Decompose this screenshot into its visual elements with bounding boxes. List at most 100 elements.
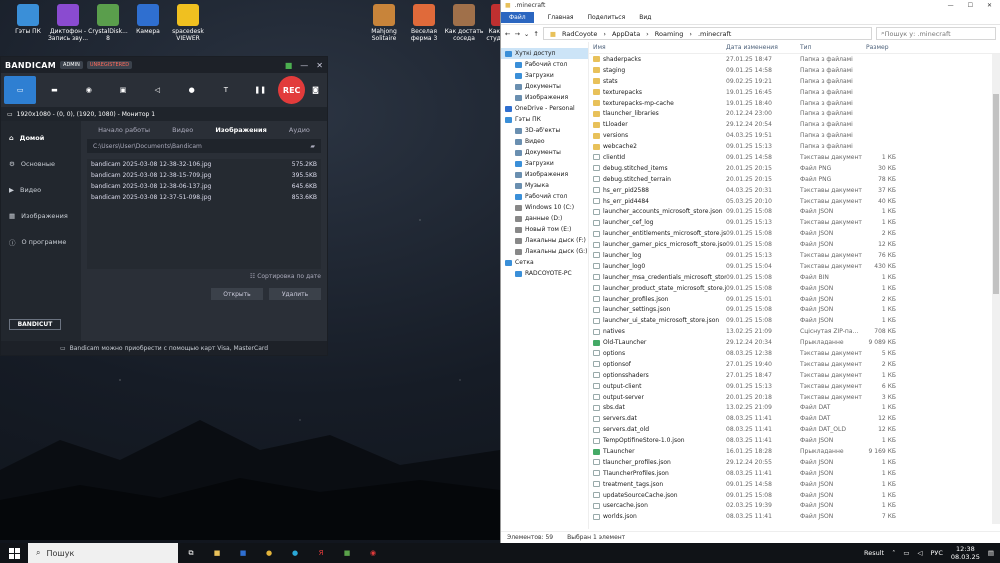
volume-icon[interactable]: ◁: [917, 549, 922, 557]
up-icon[interactable]: ↑: [533, 30, 538, 38]
nav-item[interactable]: Музыка: [501, 180, 588, 191]
file-row[interactable]: launcher_product_state_microsoft_store.j…: [589, 283, 1000, 294]
nav-item[interactable]: Документы: [501, 81, 588, 92]
file-row[interactable]: texturepacks-mp-cache 19.01.25 18:40 Папка…: [589, 98, 1000, 109]
nav-item[interactable]: Документы: [501, 147, 588, 158]
file-row[interactable]: launcher_ui_state_microsoft_store.json 09…: [589, 315, 1000, 326]
file-row[interactable]: tLloader 29.12.24 20:54 Папка з файламі: [589, 119, 1000, 130]
search-input[interactable]: ⌕ Пошук у: .minecraft: [876, 27, 996, 40]
file-row[interactable]: debug.stitched_terrain 20.01.25 20:15 Файл…: [589, 174, 1000, 185]
sidebar-item-home[interactable]: ⌂ Домой: [1, 125, 81, 151]
desktop-icon[interactable]: Диктофон - Запись зву...: [46, 4, 90, 42]
language-indicator[interactable]: РУС: [930, 549, 942, 557]
file-row[interactable]: natives 13.02.25 21:09 Сціснутая ZIP-па...…: [589, 326, 1000, 337]
nav-item[interactable]: Windows 10 (C:): [501, 202, 588, 213]
file-row[interactable]: launcher_log 09.01.25 15:13 Тэкставы дакум…: [589, 250, 1000, 261]
file-row[interactable]: launcher_msa_credentials_microsoft_stor.…: [589, 272, 1000, 283]
desktop-icon[interactable]: Mahjong Solitaire: [362, 4, 406, 42]
image-file-row[interactable]: bandicam 2025-03-08 12-38-06-137.jpg 645.…: [91, 183, 317, 194]
file-row[interactable]: staging 09.01.25 14:58 Папка з файламі: [589, 65, 1000, 76]
image-file-row[interactable]: bandicam 2025-03-08 12-38-32-106.jpg 575.…: [91, 161, 317, 172]
file-row[interactable]: output-server 20.01.25 20:18 Тэкставы даку…: [589, 392, 1000, 403]
file-row[interactable]: launcher_accounts_microsoft_store.json 09…: [589, 206, 1000, 217]
desktop-icon[interactable]: Камера: [126, 4, 170, 35]
file-row[interactable]: debug.stitched_items 20.01.25 20:15 Файл P…: [589, 163, 1000, 174]
ribbon-tab-home[interactable]: Главная: [548, 14, 574, 21]
task-view-button[interactable]: ⧉: [178, 543, 204, 563]
nav-item[interactable]: Лакальны дыск (G:): [501, 246, 588, 257]
nav-item[interactable]: Загрузки: [501, 158, 588, 169]
tab-video[interactable]: Видео: [172, 126, 193, 134]
hdmi-mode-button[interactable]: ▬: [38, 76, 70, 104]
file-row[interactable]: TempOptifineStore-1.0.json 08.03.25 11:41…: [589, 435, 1000, 446]
column-type[interactable]: Тип: [800, 44, 866, 51]
taskbar-minecraft[interactable]: ■: [334, 543, 360, 563]
sidebar-item-general[interactable]: ⚙ Основные: [1, 151, 81, 177]
file-row[interactable]: worlds.json 08.03.25 11:41 Файл JSON 7 КБ: [589, 511, 1000, 522]
nav-item[interactable]: Гэты ПК: [501, 114, 588, 125]
delete-button[interactable]: Удалить: [269, 288, 321, 300]
image-file-row[interactable]: bandicam 2025-03-08 12-38-15-709.jpg 395.…: [91, 172, 317, 183]
ribbon-tab-share[interactable]: Поделиться: [588, 14, 626, 21]
ribbon-tab-file[interactable]: Файл: [501, 11, 534, 23]
speaker-button[interactable]: ◁: [141, 76, 173, 104]
sidebar-item-about[interactable]: ⓘ О программе: [1, 229, 81, 255]
screenshot-button[interactable]: ◙: [307, 76, 324, 104]
nav-item[interactable]: данные (D:): [501, 213, 588, 224]
network-icon[interactable]: ▭: [903, 549, 909, 557]
taskbar-chrome[interactable]: ●: [256, 543, 282, 563]
tab-audio[interactable]: Аудио: [289, 126, 310, 134]
open-button[interactable]: Открыть: [211, 288, 263, 300]
tab-images[interactable]: Изображения: [215, 126, 266, 134]
file-row[interactable]: texturepacks 19.01.25 16:45 Папка з файлам…: [589, 87, 1000, 98]
game-mode-button[interactable]: ◉: [73, 76, 105, 104]
file-row[interactable]: servers.dat 08.03.25 11:41 Файл DAT 12 КБ: [589, 413, 1000, 424]
nav-item[interactable]: 3D-аб'екты: [501, 125, 588, 136]
mic-button[interactable]: ●: [175, 76, 207, 104]
taskbar-edge[interactable]: ●: [282, 543, 308, 563]
taskbar-explorer[interactable]: ■: [204, 543, 230, 563]
file-row[interactable]: optionsof 27.01.25 19:40 Тэкставы дакумент…: [589, 359, 1000, 370]
file-row[interactable]: hs_err_pid2588 04.03.25 20:31 Тэкставы дак…: [589, 185, 1000, 196]
nav-item[interactable]: Рабочий стол: [501, 191, 588, 202]
desktop-icon[interactable]: Веселая ферма 3: [402, 4, 446, 42]
breadcrumb[interactable]: ■ RadCoyote › AppData › Roaming › .minecraf…: [542, 27, 872, 40]
sort-by-date[interactable]: ☷ Сортировка по дате: [87, 273, 321, 280]
start-button[interactable]: [0, 543, 28, 563]
screen-mode-button[interactable]: ▭: [4, 76, 37, 104]
taskbar-yandex[interactable]: Я: [308, 543, 334, 563]
file-row[interactable]: versions 04.03.25 19:51 Папка з файламі: [589, 130, 1000, 141]
file-row[interactable]: launcher_entitlements_microsoft_store.js…: [589, 228, 1000, 239]
nav-item[interactable]: Видео: [501, 136, 588, 147]
file-row[interactable]: treatment_tags.json 09.01.25 14:58 Файл JS…: [589, 479, 1000, 490]
image-file-row[interactable]: bandicam 2025-03-08 12-37-51-098.jpg 853.…: [91, 194, 317, 205]
tray-arrow-icon[interactable]: ˄: [892, 549, 895, 557]
file-row[interactable]: tlauncher_libraries 20.12.24 23:00 Папка з…: [589, 108, 1000, 119]
ribbon-tab-view[interactable]: Вид: [639, 14, 651, 21]
nav-item[interactable]: Изображения: [501, 169, 588, 180]
sidebar-item-images[interactable]: ▦ Изображения: [1, 203, 81, 229]
scrollbar[interactable]: [992, 54, 1000, 524]
webcam-button[interactable]: ▣: [107, 76, 139, 104]
tab-getting-started[interactable]: Начало работы: [98, 126, 150, 134]
clock[interactable]: 12:38 08.03.25: [951, 545, 980, 561]
taskbar-search-input[interactable]: ⌕ Пошук: [28, 543, 178, 563]
taskbar-outlook[interactable]: ■: [230, 543, 256, 563]
file-row[interactable]: TlauncherProfiles.json 08.03.25 11:41 Файл…: [589, 468, 1000, 479]
file-row[interactable]: optionsshaders 27.01.25 18:47 Тэкставы дак…: [589, 370, 1000, 381]
file-row[interactable]: stats 09.02.25 19:21 Папка з файламі: [589, 76, 1000, 87]
file-row[interactable]: usercache.json 02.03.25 19:39 Файл JSON 1 К…: [589, 501, 1000, 512]
close-icon[interactable]: ✕: [987, 2, 992, 9]
file-row[interactable]: clientId 09.01.25 14:58 Тэкставы дакумент 1…: [589, 152, 1000, 163]
file-row[interactable]: launcher_log0 09.01.25 15:04 Тэкставы даку…: [589, 261, 1000, 272]
forward-icon[interactable]: →: [514, 30, 519, 38]
notification-icon[interactable]: ▤: [988, 549, 994, 557]
nav-item[interactable]: Хуткі доступ: [501, 48, 588, 59]
maximize-icon[interactable]: ☐: [968, 2, 973, 9]
weather-widget[interactable]: Result: [864, 549, 884, 557]
nav-item[interactable]: Лакальны дыск (F:): [501, 235, 588, 246]
nav-item[interactable]: Сетка: [501, 257, 588, 268]
file-row[interactable]: launcher_gamer_pics_microsoft_store.json…: [589, 239, 1000, 250]
scrollbar-thumb[interactable]: [993, 94, 999, 294]
desktop-icon[interactable]: CrystalDisk... 8: [86, 4, 130, 42]
